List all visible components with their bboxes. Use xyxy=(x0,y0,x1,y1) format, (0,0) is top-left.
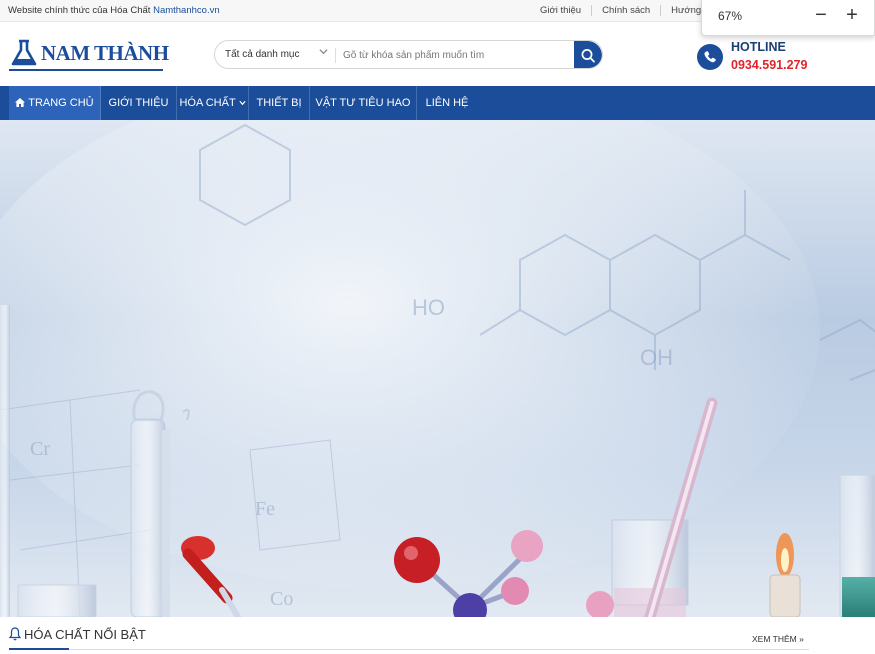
section-accent xyxy=(9,648,69,650)
zoom-level: 67% xyxy=(718,9,743,23)
lab-glassware-illustration: HO OH Cr Fe Co xyxy=(0,120,875,617)
svg-text:Cr: Cr xyxy=(30,438,50,460)
search-input[interactable] xyxy=(343,46,568,64)
svg-text:Co: Co xyxy=(270,588,293,610)
zoom-popup: 67% − + xyxy=(701,0,875,36)
chevron-down-icon xyxy=(238,100,246,106)
nav-item-equipment[interactable]: THIẾT BỊ xyxy=(249,86,310,120)
logo-text: NAM THÀNH xyxy=(41,41,169,65)
section-divider xyxy=(9,649,809,650)
nav-item-contact[interactable]: LIÊN HỆ xyxy=(417,86,477,120)
nav-item-consumables[interactable]: VẬT TƯ TIÊU HAO xyxy=(310,86,417,120)
logo[interactable]: NAM THÀNH xyxy=(9,38,169,74)
zoom-in-button[interactable]: + xyxy=(840,4,864,28)
svg-text:Fe: Fe xyxy=(255,498,275,520)
featured-section-header: HÓA CHẤT NỔI BẬT XEM THÊM » xyxy=(0,617,875,654)
site-domain-link[interactable]: Namthanhco.vn xyxy=(153,5,220,16)
hotline-label: HOTLINE xyxy=(731,40,786,54)
flask-logo-icon xyxy=(11,39,37,66)
hotline[interactable]: HOTLINE 0934.591.279 xyxy=(697,39,875,75)
chevron-down-icon xyxy=(319,47,328,59)
divider xyxy=(335,48,336,63)
search-icon xyxy=(581,49,595,63)
top-links: Giới thiệu Chính sách Hướng dẫn xyxy=(530,5,730,16)
svg-text:HO: HO xyxy=(412,295,445,320)
top-link-policy[interactable]: Chính sách xyxy=(591,5,660,16)
home-icon xyxy=(15,98,26,107)
zoom-out-button[interactable]: − xyxy=(809,4,833,28)
site-intro: Website chính thức của Hóa Chất Namthanh… xyxy=(8,5,220,16)
category-select[interactable]: Tất cả danh mục xyxy=(225,49,299,60)
hotline-number[interactable]: 0934.591.279 xyxy=(731,58,807,72)
hero-banner: HO OH Cr Fe Co xyxy=(0,120,875,617)
main-nav: TRANG CHỦ GIỚI THIỆU HÓA CHẤT THIẾT BỊ V… xyxy=(0,86,875,120)
logo-underline xyxy=(9,69,163,71)
bell-icon xyxy=(9,627,21,641)
nav-item-chemicals[interactable]: HÓA CHẤT xyxy=(177,86,249,120)
section-title: HÓA CHẤT NỔI BẬT xyxy=(24,627,146,642)
nav-item-home[interactable]: TRANG CHỦ xyxy=(9,86,101,120)
view-more-link[interactable]: XEM THÊM » xyxy=(752,634,804,644)
nav-item-about[interactable]: GIỚI THIỆU xyxy=(101,86,177,120)
phone-icon xyxy=(697,44,723,70)
top-link-intro[interactable]: Giới thiệu xyxy=(530,5,591,16)
search-button[interactable] xyxy=(574,41,602,68)
svg-text:OH: OH xyxy=(640,345,673,370)
search-bar: Tất cả danh mục xyxy=(214,40,603,69)
